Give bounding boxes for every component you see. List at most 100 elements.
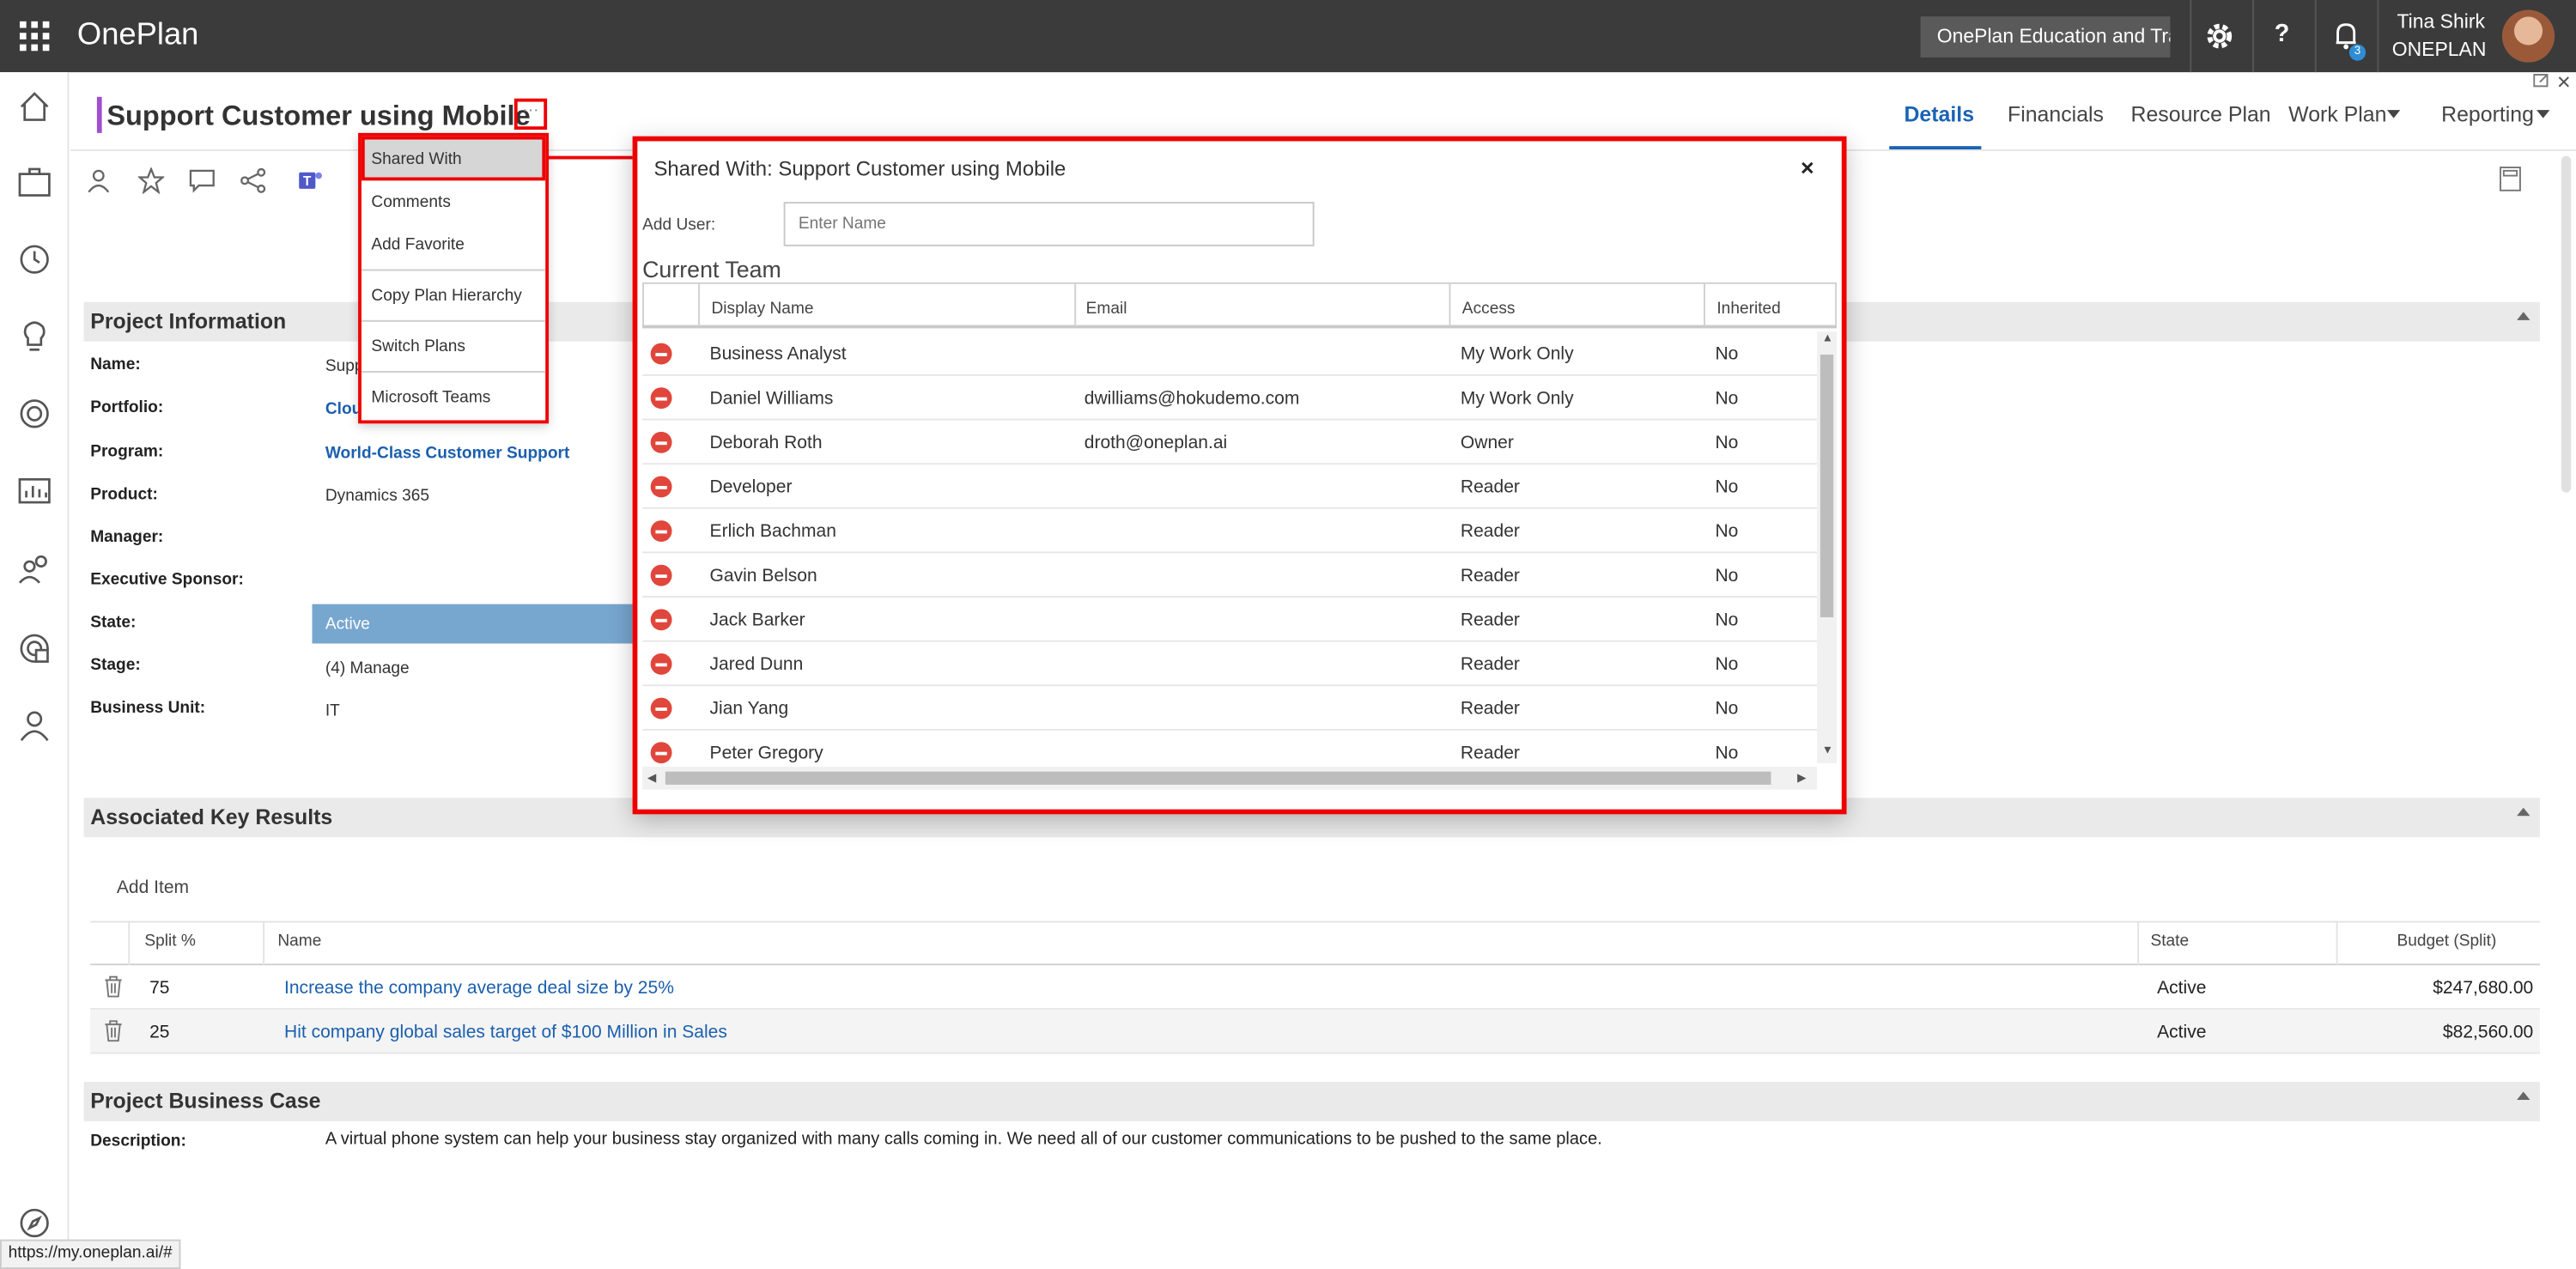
table-row[interactable]: Jack Barker Reader No	[642, 598, 1818, 642]
program-link[interactable]: World-Class Customer Support	[325, 445, 570, 463]
column-header-inherited[interactable]: Inherited	[1716, 301, 1780, 319]
remove-user-icon[interactable]	[650, 697, 672, 720]
column-header-display-name[interactable]: Display Name	[711, 301, 813, 319]
vertical-scrollbar[interactable]: ▲ ▼	[1817, 331, 1838, 764]
briefcase-icon[interactable]	[16, 164, 52, 200]
business-unit-value[interactable]: IT	[325, 702, 340, 720]
column-header-access[interactable]: Access	[1462, 301, 1516, 319]
table-row[interactable]: Business Analyst My Work Only No	[642, 331, 1818, 376]
remove-user-icon[interactable]	[650, 609, 672, 631]
horizontal-scrollbar[interactable]: ◀ ▶	[642, 766, 1818, 790]
access[interactable]: Reader	[1461, 744, 1520, 763]
remove-user-icon[interactable]	[650, 476, 672, 498]
home-icon[interactable]	[16, 88, 52, 124]
menu-item-copy-plan-hierarchy[interactable]: Copy Plan Hierarchy	[371, 288, 521, 306]
tab-resource-plan[interactable]: Resource Plan	[2131, 102, 2271, 127]
tab-financials[interactable]: Financials	[2008, 102, 2104, 127]
menu-item-microsoft-teams[interactable]: Microsoft Teams	[371, 389, 490, 407]
remove-user-icon[interactable]	[650, 387, 672, 410]
user-avatar[interactable]	[2501, 9, 2555, 63]
scroll-left-arrow-icon[interactable]: ◀	[647, 772, 656, 785]
access[interactable]: My Work Only	[1461, 389, 1574, 409]
menu-item-switch-plans[interactable]: Switch Plans	[371, 338, 465, 356]
table-row[interactable]: Jian Yang Reader No	[642, 686, 1818, 731]
portfolio-link[interactable]: Clou	[325, 401, 362, 419]
tab-reporting[interactable]: Reporting	[2441, 102, 2534, 127]
user-icon[interactable]	[16, 707, 52, 744]
lightbulb-icon[interactable]	[16, 319, 52, 355]
close-icon[interactable]: ×	[1801, 155, 1814, 181]
column-header-state[interactable]: State	[2150, 932, 2189, 950]
access[interactable]: Owner	[1461, 434, 1514, 453]
table-row[interactable]: Deborah Roth droth@oneplan.ai Owner No	[642, 420, 1818, 465]
key-result-link[interactable]: Increase the company average deal size b…	[284, 979, 674, 999]
settings-gear-icon[interactable]	[2203, 20, 2236, 52]
trash-icon[interactable]	[104, 975, 124, 999]
work-plan-chevron-down-icon[interactable]	[2386, 110, 2401, 118]
user-name[interactable]: Tina Shirk	[2397, 9, 2485, 33]
app-name[interactable]: OnePlan	[77, 18, 198, 54]
scroll-right-arrow-icon[interactable]: ▶	[1797, 772, 1806, 785]
expand-icon[interactable]	[2533, 74, 2549, 88]
access[interactable]: Reader	[1461, 655, 1520, 675]
table-row[interactable]: Gavin Belson Reader No	[642, 553, 1818, 598]
remove-user-icon[interactable]	[650, 564, 672, 586]
tab-details[interactable]: Details	[1904, 102, 1974, 127]
description-value[interactable]: A virtual phone system can help your bus…	[325, 1129, 1602, 1149]
add-item-button[interactable]: Add Item	[117, 878, 189, 898]
people-icon[interactable]	[16, 551, 52, 587]
assign-user-icon[interactable]	[87, 167, 113, 194]
calculator-icon[interactable]	[2499, 166, 2522, 192]
stage-value[interactable]: (4) Manage	[325, 660, 410, 678]
dashboard-icon[interactable]	[16, 473, 52, 509]
menu-item-shared-with[interactable]: Shared With	[371, 151, 461, 169]
target-icon[interactable]	[16, 396, 52, 432]
remove-user-icon[interactable]	[650, 653, 672, 675]
split-value[interactable]: 25	[149, 1023, 169, 1042]
history-icon[interactable]	[16, 241, 52, 277]
app-launcher-icon[interactable]	[18, 20, 51, 52]
access[interactable]: Reader	[1461, 477, 1520, 497]
microsoft-teams-icon[interactable]: T	[297, 167, 324, 194]
collapse-icon[interactable]	[2517, 1091, 2530, 1101]
help-icon[interactable]: ?	[2265, 20, 2298, 52]
menu-item-comments[interactable]: Comments	[371, 194, 451, 212]
scroll-up-arrow-icon[interactable]: ▲	[1822, 333, 1833, 344]
add-user-input[interactable]	[783, 202, 1315, 246]
reporting-chevron-down-icon[interactable]	[2537, 110, 2550, 118]
share-icon[interactable]	[240, 167, 266, 194]
remove-user-icon[interactable]	[650, 343, 672, 365]
access[interactable]: Reader	[1461, 567, 1520, 586]
column-header-email[interactable]: Email	[1086, 301, 1127, 319]
remove-user-icon[interactable]	[650, 520, 672, 542]
split-value[interactable]: 75	[149, 979, 169, 999]
remove-user-icon[interactable]	[650, 431, 672, 453]
compass-icon[interactable]	[16, 1205, 52, 1241]
page-scrollbar[interactable]	[2561, 155, 2572, 493]
table-row[interactable]: Erlich Bachman Reader No	[642, 509, 1818, 554]
resource-icon[interactable]	[16, 630, 52, 666]
org-selector[interactable]: OnePlan Education and Trai	[1920, 16, 2171, 58]
collapse-icon[interactable]	[2517, 807, 2530, 817]
remove-user-icon[interactable]	[650, 742, 672, 764]
table-row[interactable]: Developer Reader No	[642, 464, 1818, 509]
scrollbar-thumb[interactable]	[665, 771, 1771, 785]
access[interactable]: Reader	[1461, 700, 1520, 720]
table-row[interactable]: Daniel Williams dwilliams@hokudemo.com My …	[642, 376, 1818, 421]
tab-work-plan[interactable]: Work Plan	[2288, 102, 2386, 127]
product-value[interactable]: Dynamics 365	[325, 488, 429, 506]
scrollbar-thumb[interactable]	[1820, 354, 1834, 617]
key-result-link[interactable]: Hit company global sales target of $100 …	[284, 1023, 727, 1042]
more-actions-button[interactable]: ···	[513, 98, 548, 131]
collapse-icon[interactable]	[2517, 312, 2530, 320]
access[interactable]: Reader	[1461, 610, 1520, 630]
access[interactable]: Reader	[1461, 522, 1520, 542]
comment-icon[interactable]	[189, 167, 216, 194]
column-header-budget[interactable]: Budget (Split)	[2397, 932, 2496, 950]
favorite-star-icon[interactable]	[137, 167, 165, 194]
menu-item-add-favorite[interactable]: Add Favorite	[371, 236, 464, 254]
scroll-down-arrow-icon[interactable]: ▼	[1822, 745, 1833, 756]
table-row[interactable]: Jared Dunn Reader No	[642, 642, 1818, 687]
table-row[interactable]: Peter Gregory Reader No	[642, 731, 1817, 764]
close-panel-icon[interactable]: ✕	[2556, 72, 2572, 94]
